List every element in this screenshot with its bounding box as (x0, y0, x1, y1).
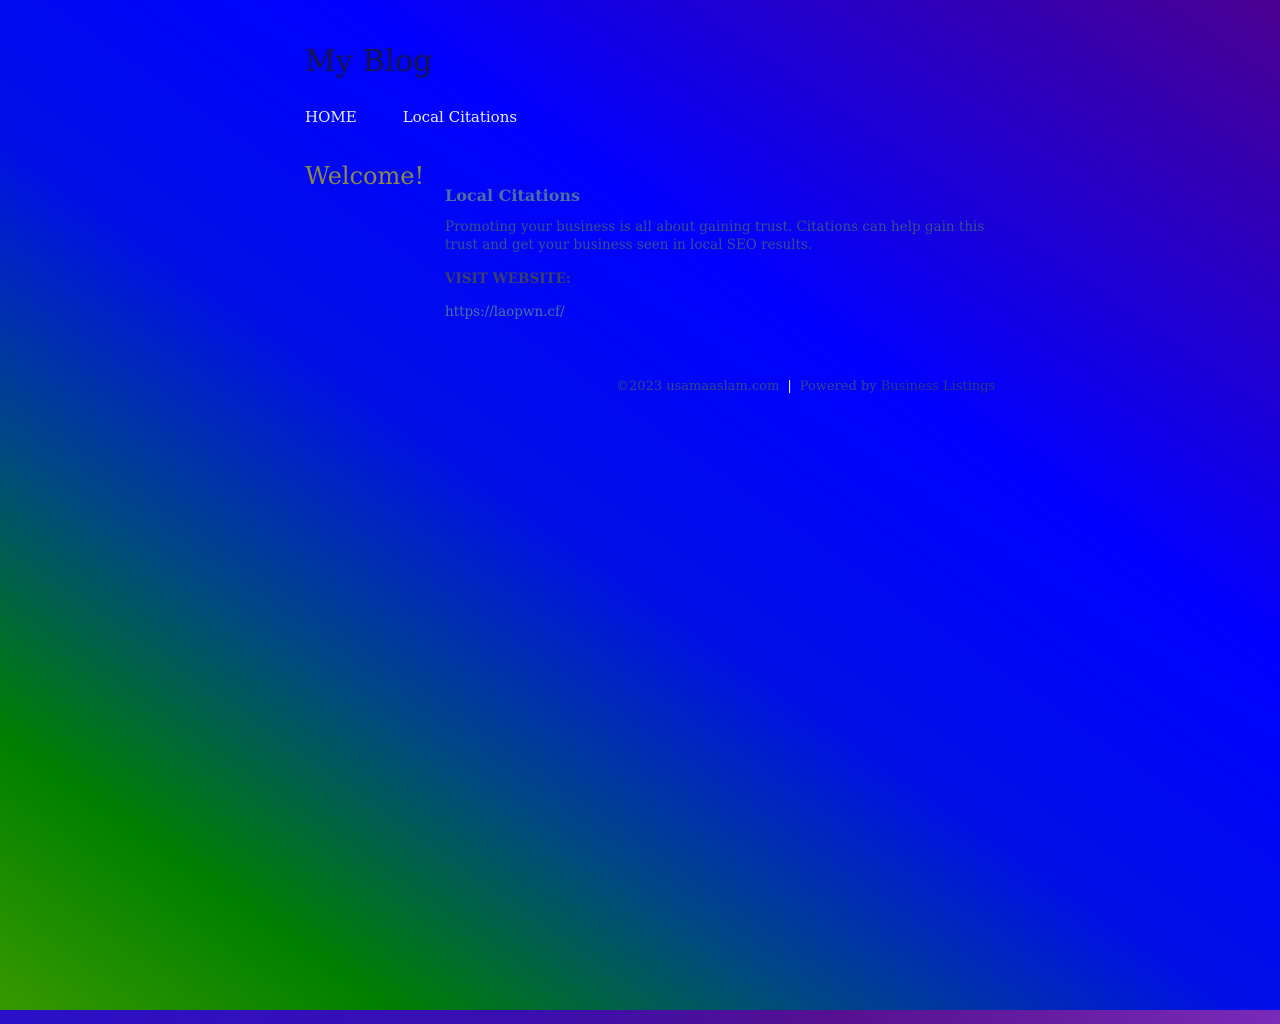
footer: ©2023 usamaaslam.com | Powered by Business… (616, 379, 995, 394)
powered-by-text: Powered by (799, 379, 877, 394)
nav-item-home[interactable]: HOME (305, 108, 357, 126)
footer-separator: | (787, 379, 792, 394)
visit-website-label: VISIT WEBSITE: (445, 271, 571, 287)
main-nav: HOME Local Citations (305, 108, 517, 126)
post-title: Local Citations (445, 186, 581, 205)
welcome-heading: Welcome! (305, 162, 425, 190)
post: Local Citations Promoting your business … (445, 186, 985, 320)
website-link[interactable]: https://laopwn.cf/ (445, 304, 565, 320)
copyright-text: ©2023 usamaaslam.com (616, 379, 780, 394)
powered-by-link[interactable]: Business Listings (881, 379, 996, 394)
bottom-bar (0, 1010, 1280, 1024)
site-title[interactable]: My Blog (305, 44, 433, 79)
post-body: Promoting your business is all about gai… (445, 219, 985, 253)
nav-item-local-citations[interactable]: Local Citations (403, 108, 517, 126)
